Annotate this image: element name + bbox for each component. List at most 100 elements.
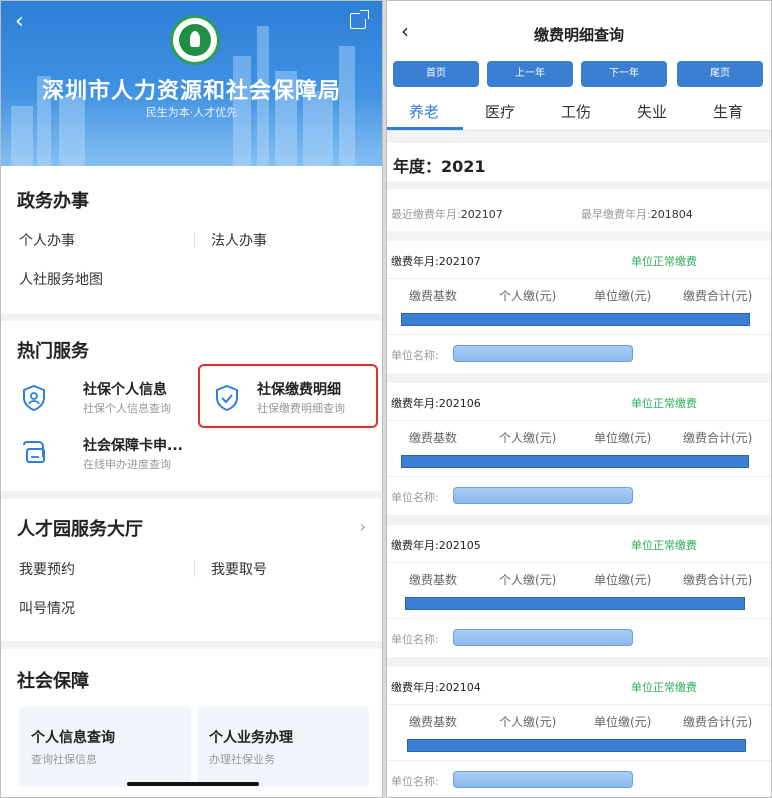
column-header: 缴费基数: [409, 289, 458, 303]
column-header: 单位缴(元): [594, 289, 652, 303]
column-header: 缴费合计(元): [683, 573, 753, 587]
talent-hall-section: 人才园服务大厅 › 我要预约 我要取号 叫号情况: [1, 499, 382, 641]
service-map-link[interactable]: 人社服务地图: [19, 269, 103, 289]
record-columns: 缴费基数 个人缴(元) 单位缴(元) 缴费合计(元): [387, 279, 771, 335]
tab-medical[interactable]: 医疗: [485, 101, 515, 122]
earliest-label: 最早缴费年月:: [581, 208, 651, 221]
tile-subtitle: 办理社保业务: [209, 753, 275, 766]
service-subtitle: 在线申办进度查询: [83, 458, 171, 471]
next-year-button[interactable]: 下一年: [581, 61, 667, 87]
column-header: 单位缴(元): [594, 573, 652, 587]
org-subtitle: 民生为本·人才优先: [145, 106, 238, 119]
divider: [194, 561, 195, 577]
record-month: 缴费年月:202107: [391, 255, 481, 268]
payment-range-row: 最近缴费年月:202107 最早缴费年月:201804: [387, 189, 771, 231]
header-banner: ‹ 深圳市人力资源和社会保障局 民生为本·人才优先: [1, 1, 382, 166]
record-status: 单位正常缴费: [631, 397, 697, 410]
org-title: 深圳市人力资源和社会保障局: [41, 79, 341, 104]
record-status: 单位正常缴费: [631, 255, 697, 268]
recent-value: 202107: [460, 208, 503, 221]
unit-name-redacted: [453, 345, 633, 362]
personal-affairs-link[interactable]: 个人办事: [19, 230, 75, 250]
divider: [194, 232, 195, 248]
redaction-bar: [407, 739, 746, 752]
personal-info-tile[interactable]: 个人信息查询 查询社保信息: [19, 707, 191, 787]
active-tab-indicator: [387, 127, 463, 130]
appointment-link[interactable]: 我要预约: [19, 559, 75, 579]
unit-label: 单位名称:: [391, 775, 439, 788]
column-header: 缴费基数: [409, 573, 458, 587]
payment-record: 缴费年月:202104 单位正常缴费 缴费基数 个人缴(元) 单位缴(元) 缴费…: [387, 667, 771, 797]
back-icon[interactable]: ‹: [15, 11, 24, 33]
card-icon: [23, 441, 45, 463]
record-head: 缴费年月:202107 单位正常缴费: [387, 241, 771, 279]
prev-year-button[interactable]: 上一年: [487, 61, 573, 87]
service-title[interactable]: 社会保障卡申...: [83, 435, 183, 455]
share-icon[interactable]: [350, 10, 369, 29]
last-page-button[interactable]: 尾页: [677, 61, 763, 87]
column-header: 单位缴(元): [594, 715, 652, 729]
unit-label: 单位名称:: [391, 633, 439, 646]
chevron-right-icon[interactable]: ›: [360, 517, 366, 536]
column-header: 个人缴(元): [499, 715, 557, 729]
unit-row: 单位名称:: [387, 761, 771, 797]
earliest-value: 201804: [650, 208, 693, 221]
column-header: 个人缴(元): [499, 573, 557, 587]
record-head: 缴费年月:202104 单位正常缴费: [387, 667, 771, 705]
section-title: 热门服务: [17, 341, 89, 362]
record-status: 单位正常缴费: [631, 681, 697, 694]
recent-label: 最近缴费年月:: [391, 208, 461, 221]
record-columns: 缴费基数 个人缴(元) 单位缴(元) 缴费合计(元): [387, 563, 771, 619]
unit-row: 单位名称:: [387, 335, 771, 373]
left-panel: ‹ 深圳市人力资源和社会保障局 民生为本·人才优先 政务办事 个人办事 法人办事…: [0, 0, 383, 798]
column-header: 缴费合计(元): [683, 289, 753, 303]
gov-affairs-section: 政务办事 个人办事 法人办事 人社服务地图: [1, 166, 382, 314]
service-title[interactable]: 社保个人信息: [83, 379, 167, 399]
unit-name-redacted: [453, 487, 633, 504]
first-page-button[interactable]: 首页: [393, 61, 479, 87]
column-header: 缴费合计(元): [683, 715, 753, 729]
section-title: 政务办事: [17, 191, 89, 212]
record-head: 缴费年月:202106 单位正常缴费: [387, 383, 771, 421]
record-month: 缴费年月:202106: [391, 397, 481, 410]
column-header: 单位缴(元): [594, 431, 652, 445]
payment-record: 缴费年月:202106 单位正常缴费 缴费基数 个人缴(元) 单位缴(元) 缴费…: [387, 383, 771, 515]
tab-pension[interactable]: 养老: [409, 101, 439, 122]
payment-record: 缴费年月:202107 单位正常缴费 缴费基数 个人缴(元) 单位缴(元) 缴费…: [387, 241, 771, 373]
tab-unemployment[interactable]: 失业: [637, 101, 667, 122]
redaction-bar: [405, 597, 745, 610]
column-header: 缴费合计(元): [683, 431, 753, 445]
unit-name-redacted: [453, 771, 633, 788]
record-status: 单位正常缴费: [631, 539, 697, 552]
column-header: 缴费基数: [409, 715, 458, 729]
take-number-link[interactable]: 我要取号: [211, 559, 267, 579]
record-month: 缴费年月:202105: [391, 539, 481, 552]
column-header: 个人缴(元): [499, 289, 557, 303]
legal-affairs-link[interactable]: 法人办事: [211, 230, 267, 250]
tab-maternity[interactable]: 生育: [713, 101, 743, 122]
record-month: 缴费年月:202104: [391, 681, 481, 694]
redaction-bar: [401, 455, 749, 468]
shield-person-icon: [23, 384, 45, 412]
service-subtitle: 社保个人信息查询: [83, 402, 171, 415]
redaction-bar: [401, 313, 750, 326]
personal-business-tile[interactable]: 个人业务办理 办理社保业务: [197, 707, 369, 787]
record-columns: 缴费基数 个人缴(元) 单位缴(元) 缴费合计(元): [387, 421, 771, 477]
year-label: 年度：2021: [393, 157, 486, 176]
unit-label: 单位名称:: [391, 349, 439, 362]
tile-subtitle: 查询社保信息: [31, 753, 97, 766]
home-indicator[interactable]: [127, 782, 259, 786]
section-title: 社会保障: [17, 671, 89, 692]
unit-name-redacted: [453, 629, 633, 646]
highlight-box: [198, 364, 378, 428]
payment-record: 缴费年月:202105 单位正常缴费 缴费基数 个人缴(元) 单位缴(元) 缴费…: [387, 525, 771, 657]
org-logo: [170, 15, 220, 65]
tile-title: 个人业务办理: [209, 730, 293, 746]
queue-status-link[interactable]: 叫号情况: [19, 598, 75, 618]
pagination-bar: 首页 上一年 下一年 尾页: [387, 59, 771, 91]
unit-label: 单位名称:: [391, 491, 439, 504]
right-panel: ‹ 缴费明细查询 首页 上一年 下一年 尾页 养老 医疗 工伤 失业 生育 年度…: [386, 0, 772, 798]
unit-row: 单位名称:: [387, 619, 771, 657]
tab-injury[interactable]: 工伤: [561, 101, 591, 122]
top-bar: ‹ 缴费明细查询: [387, 1, 771, 59]
